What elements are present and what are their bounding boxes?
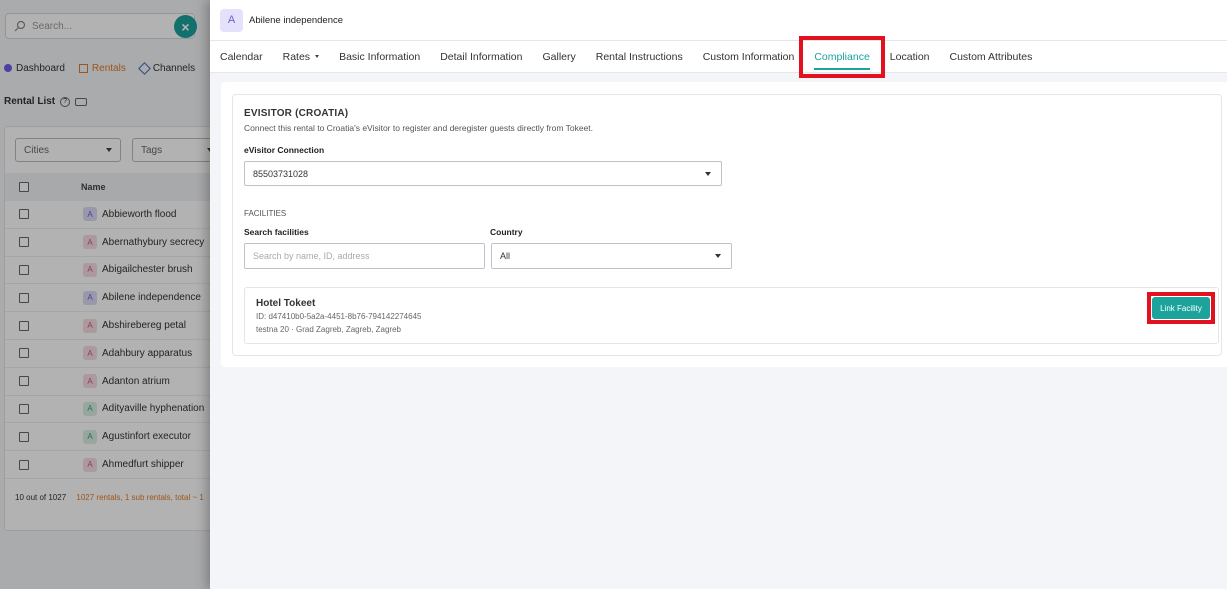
connection-label: eVisitor Connection bbox=[244, 145, 325, 155]
chevron-down-icon bbox=[705, 171, 711, 176]
section-title: EVISITOR (CROATIA) bbox=[244, 108, 349, 119]
country-value: All bbox=[500, 251, 511, 261]
search-facilities-input[interactable] bbox=[244, 243, 485, 269]
rental-detail-drawer: A Abilene independence Calendar Rates Basi… bbox=[210, 0, 1227, 589]
tab-custom-information[interactable]: Custom Information bbox=[703, 41, 795, 73]
facility-address: testna 20 · Grad Zagreb, Zagreb, Zagreb bbox=[256, 325, 401, 334]
tab-calendar[interactable]: Calendar bbox=[220, 41, 263, 73]
drawer-tabs: Calendar Rates Basic Information Detail Inf… bbox=[210, 36, 1227, 78]
evisitor-connection-select[interactable]: 85503731028 bbox=[244, 161, 722, 186]
compliance-tab-highlight bbox=[799, 36, 885, 78]
tab-label: Location bbox=[889, 50, 930, 63]
facility-card: Hotel Tokeet ID: d47410b0-5a2a-4451-8b76… bbox=[244, 287, 1219, 344]
compliance-content: EVISITOR (CROATIA) Connect this rental t… bbox=[221, 82, 1227, 367]
rental-name: Abilene independence bbox=[249, 14, 344, 26]
connection-value: 85503731028 bbox=[253, 168, 309, 179]
tab-label: Basic Information bbox=[339, 50, 421, 63]
chevron-down-icon bbox=[315, 55, 320, 58]
facility-id: ID: d47410b0-5a2a-4451-8b76-794142274645 bbox=[256, 312, 422, 321]
search-facilities-label: Search facilities bbox=[244, 227, 309, 237]
tab-gallery[interactable]: Gallery bbox=[542, 41, 575, 73]
link-facility-highlight: Link Facility bbox=[1147, 292, 1215, 324]
chevron-down-icon bbox=[715, 254, 721, 258]
tab-basic-information[interactable]: Basic Information bbox=[339, 41, 420, 73]
tab-label: Detail Information bbox=[440, 50, 523, 63]
drawer-header: A Abilene independence bbox=[210, 0, 1227, 41]
tab-custom-attributes[interactable]: Custom Attributes bbox=[950, 41, 1033, 73]
tab-location[interactable]: Location bbox=[890, 41, 930, 73]
tab-detail-information[interactable]: Detail Information bbox=[440, 41, 522, 73]
evisitor-card: EVISITOR (CROATIA) Connect this rental t… bbox=[232, 94, 1222, 356]
tab-label: Rental Instructions bbox=[595, 50, 683, 63]
country-label: Country bbox=[490, 227, 523, 237]
country-select[interactable]: All bbox=[491, 243, 732, 269]
section-description: Connect this rental to Croatia's eVisito… bbox=[244, 123, 594, 133]
tab-rates[interactable]: Rates bbox=[282, 41, 320, 73]
facility-name: Hotel Tokeet bbox=[256, 298, 316, 309]
tab-label: Calendar bbox=[220, 50, 263, 63]
tab-label: Custom Attributes bbox=[949, 50, 1033, 63]
facilities-heading: FACILITIES bbox=[244, 209, 287, 218]
rental-avatar: A bbox=[220, 8, 243, 32]
tab-label: Gallery bbox=[542, 50, 576, 63]
tab-rental-instructions[interactable]: Rental Instructions bbox=[596, 41, 683, 73]
tab-label: Rates bbox=[282, 50, 311, 63]
tab-label: Custom Information bbox=[702, 50, 795, 63]
link-facility-button[interactable]: Link Facility bbox=[1152, 297, 1210, 319]
